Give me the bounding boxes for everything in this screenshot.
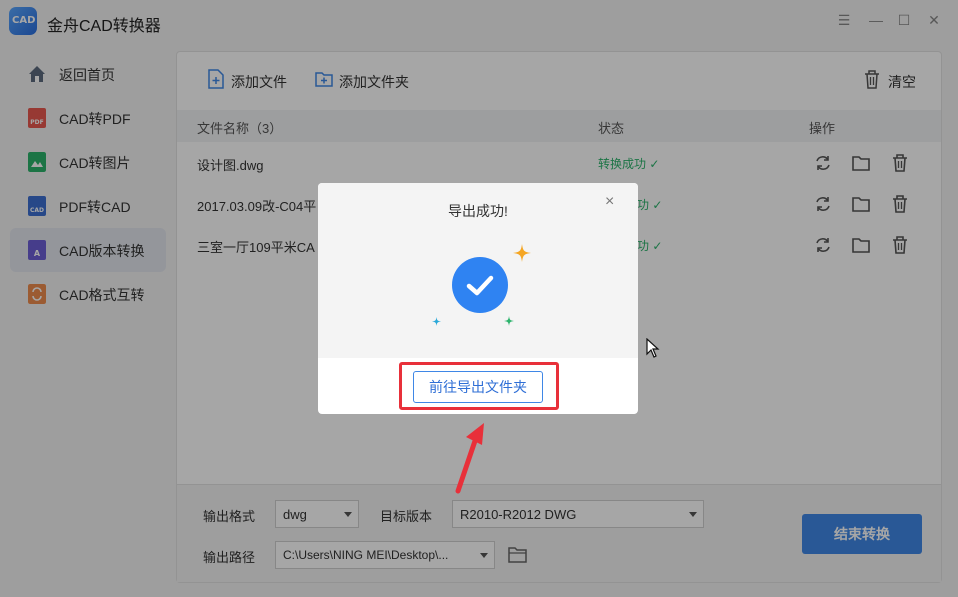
- mouse-cursor-icon: [646, 338, 660, 358]
- dialog-title: 导出成功!: [448, 203, 508, 219]
- success-check-icon: [452, 257, 508, 313]
- arrow-icon: [455, 423, 484, 494]
- sparkle-icon: [513, 244, 531, 262]
- sparkle-icon: [504, 316, 514, 326]
- close-icon[interactable]: ×: [605, 193, 614, 211]
- sparkle-icon: [432, 317, 441, 326]
- highlight-box: [399, 362, 559, 410]
